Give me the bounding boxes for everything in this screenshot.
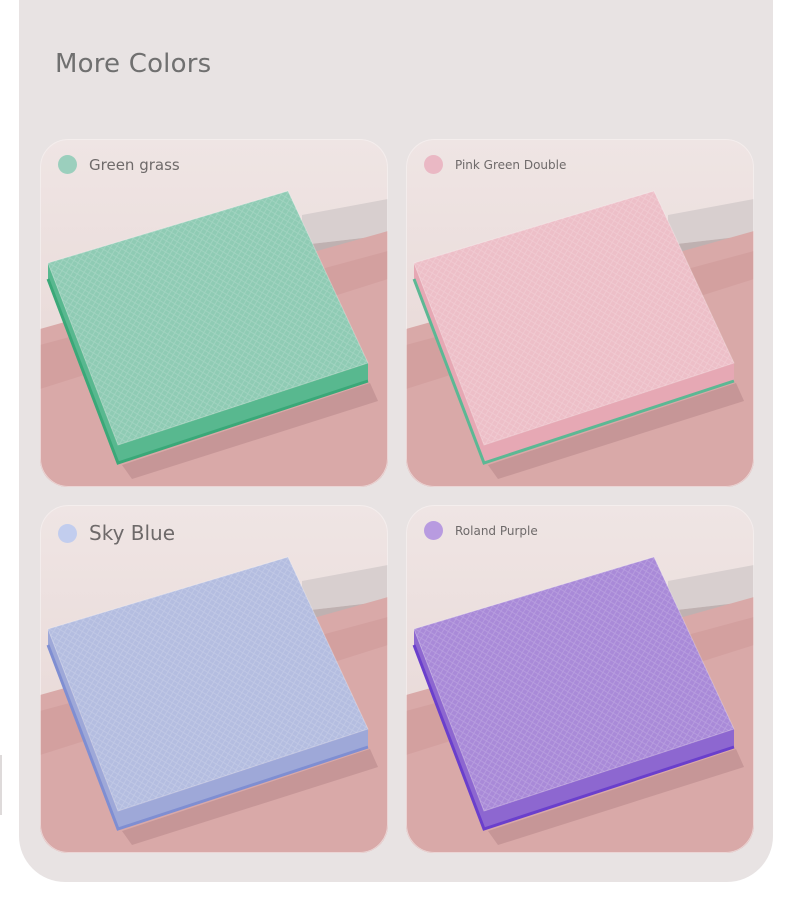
color-dot (58, 523, 77, 543)
sky-blue-pad-image (40, 505, 388, 853)
color-name: Green grass (89, 155, 180, 174)
color-card-sky-blue[interactable]: Sky Blue (40, 505, 388, 853)
section-title: More Colors (55, 49, 212, 79)
pink-green-double-pad-image (406, 139, 754, 487)
color-name: Roland Purple (455, 523, 538, 538)
color-dot (424, 521, 443, 540)
color-card-pink-green-double[interactable]: Pink Green Double (406, 139, 754, 487)
color-name: Sky Blue (89, 521, 176, 545)
left-edge-mark (0, 755, 2, 815)
color-dot (424, 155, 443, 174)
color-label: Pink Green Double (424, 155, 566, 174)
color-name: Pink Green Double (455, 157, 567, 172)
color-label: Sky Blue (58, 521, 175, 545)
color-card-roland-purple[interactable]: Roland Purple (406, 505, 754, 853)
color-label: Green grass (58, 155, 180, 174)
color-dot (58, 155, 77, 174)
color-label: Roland Purple (424, 521, 538, 540)
color-card-green-grass[interactable]: Green grass (40, 139, 388, 487)
green-grass-pad-image (40, 139, 388, 487)
roland-purple-pad-image (406, 505, 754, 853)
